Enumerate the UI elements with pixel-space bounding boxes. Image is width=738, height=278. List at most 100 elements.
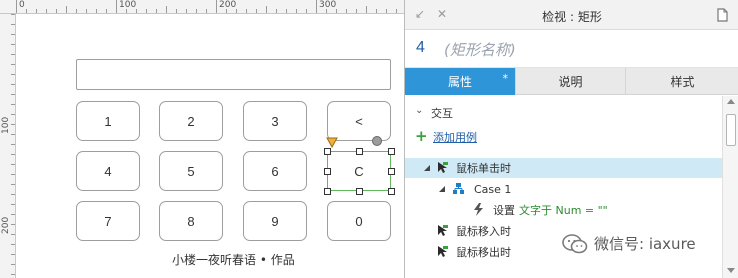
ruler-tick xyxy=(11,14,15,15)
ruler-tick xyxy=(11,114,15,115)
key-7[interactable]: 7 xyxy=(76,201,140,241)
scroll-down-icon[interactable] xyxy=(727,268,735,273)
ruler-tick xyxy=(11,194,15,195)
ruler-tick xyxy=(11,124,15,125)
wechat-watermark: 微信号: iaxure xyxy=(562,233,696,254)
key-6[interactable]: 6 xyxy=(243,151,307,191)
key-label: 8 xyxy=(187,213,195,229)
event-onclick[interactable]: 鼠标单击时 xyxy=(405,158,725,178)
action-label: 设置 xyxy=(493,204,515,217)
shape-name-input[interactable]: (矩形名称) xyxy=(444,39,516,60)
key-label: 6 xyxy=(271,163,279,179)
key-1[interactable]: 1 xyxy=(76,101,140,141)
ruler-tick xyxy=(306,9,307,13)
corner-radius-handle-icon[interactable] xyxy=(326,137,338,148)
ruler-tick xyxy=(106,9,107,13)
resize-handle-w[interactable] xyxy=(324,168,331,175)
key-8[interactable]: 8 xyxy=(159,201,223,241)
vertical-scrollbar[interactable] xyxy=(722,96,738,278)
tab-properties[interactable]: 属性 * xyxy=(405,68,516,95)
expanded-triangle-icon xyxy=(424,165,430,171)
scroll-up-icon[interactable] xyxy=(727,99,735,104)
ruler-tick xyxy=(11,24,15,25)
add-case-row[interactable]: + 添加用例 xyxy=(405,127,725,147)
ruler-tick xyxy=(11,224,15,225)
ruler-label: 200 xyxy=(219,0,237,10)
case-label: Case 1 xyxy=(474,182,512,196)
author-caption: 小楼一夜听春语 • 作品 xyxy=(172,253,295,267)
shape-name-row[interactable]: 4 (矩形名称) xyxy=(405,30,738,68)
ruler-tick xyxy=(11,54,15,55)
resize-handle-s[interactable] xyxy=(356,188,363,195)
key-9[interactable]: 9 xyxy=(243,201,307,241)
tab-label: 说明 xyxy=(558,75,583,89)
ruler-tick xyxy=(376,9,377,13)
ruler-tick xyxy=(226,9,227,13)
resize-handle-nw[interactable] xyxy=(324,148,331,155)
tab-notes[interactable]: 说明 xyxy=(516,68,626,95)
calculator-display[interactable] xyxy=(76,59,391,90)
key-label: 5 xyxy=(187,163,195,179)
ruler-tick xyxy=(11,234,15,235)
ruler-label: 300 xyxy=(319,0,337,10)
ruler-tick xyxy=(66,6,67,13)
ruler-tick xyxy=(126,9,127,13)
interaction-section-header[interactable]: ⌄ 交互 xyxy=(405,103,725,123)
resize-handle-n[interactable] xyxy=(356,148,363,155)
action-detail: 文字于 Num = "" xyxy=(519,204,608,217)
ruler-tick xyxy=(36,9,37,13)
ruler-tick xyxy=(11,244,15,245)
page-icon[interactable] xyxy=(717,8,728,22)
cursor-event-icon xyxy=(438,246,448,257)
add-case-link[interactable]: 添加用例 xyxy=(433,129,477,145)
ruler-tick xyxy=(11,84,15,85)
ruler-tick xyxy=(76,9,77,13)
ruler-tick xyxy=(326,9,327,13)
resize-handle-ne[interactable] xyxy=(388,148,395,155)
chevron-down-icon: ⌄ xyxy=(415,105,424,116)
key-5[interactable]: 5 xyxy=(159,151,223,191)
ruler-tick xyxy=(196,9,197,13)
action-row[interactable]: 设置 文字于 Num = "" xyxy=(405,200,725,220)
ruler-tick xyxy=(96,9,97,13)
ruler-tick xyxy=(236,9,237,13)
ruler-tick xyxy=(176,9,177,13)
resize-handle-se[interactable] xyxy=(388,188,395,195)
case-branch-icon xyxy=(453,183,464,194)
event-label: 鼠标单击时 xyxy=(456,162,511,175)
key-label: 4 xyxy=(104,163,112,179)
tab-label: 属性 xyxy=(447,75,472,89)
add-icon: + xyxy=(415,127,428,145)
key-label: C xyxy=(354,163,364,179)
key-4[interactable]: 4 xyxy=(76,151,140,191)
key-label: < xyxy=(355,113,363,129)
ruler-tick xyxy=(336,9,337,13)
vertical-ruler: 100 200 xyxy=(0,14,16,278)
ruler-tick xyxy=(276,9,277,13)
ruler-tick xyxy=(11,104,15,105)
key-3[interactable]: 3 xyxy=(243,101,307,141)
ruler-tick xyxy=(316,0,317,13)
key-label: 3 xyxy=(271,113,279,129)
case-row[interactable]: Case 1 xyxy=(405,179,725,199)
ruler-tick xyxy=(11,74,15,75)
inspector-title: 检视 : 矩形 xyxy=(542,10,602,24)
section-title: 交互 xyxy=(431,107,453,120)
lightning-action-icon xyxy=(474,203,483,216)
rotate-handle-icon[interactable] xyxy=(371,135,383,147)
resize-handle-e[interactable] xyxy=(388,168,395,175)
tab-style[interactable]: 样式 xyxy=(626,68,738,95)
event-label: 鼠标移入时 xyxy=(456,225,511,238)
scroll-thumb[interactable] xyxy=(726,114,736,146)
key-clear-selected[interactable]: C xyxy=(327,151,391,191)
ruler-tick xyxy=(16,0,17,13)
ruler-tick xyxy=(356,9,357,13)
key-label: 9 xyxy=(271,213,279,229)
key-2[interactable]: 2 xyxy=(159,101,223,141)
key-label: 7 xyxy=(104,213,112,229)
cursor-event-icon xyxy=(438,225,448,236)
resize-handle-sw[interactable] xyxy=(324,188,331,195)
ruler-tick xyxy=(11,94,15,95)
ruler-tick xyxy=(296,9,297,13)
key-0[interactable]: 0 xyxy=(327,201,391,241)
